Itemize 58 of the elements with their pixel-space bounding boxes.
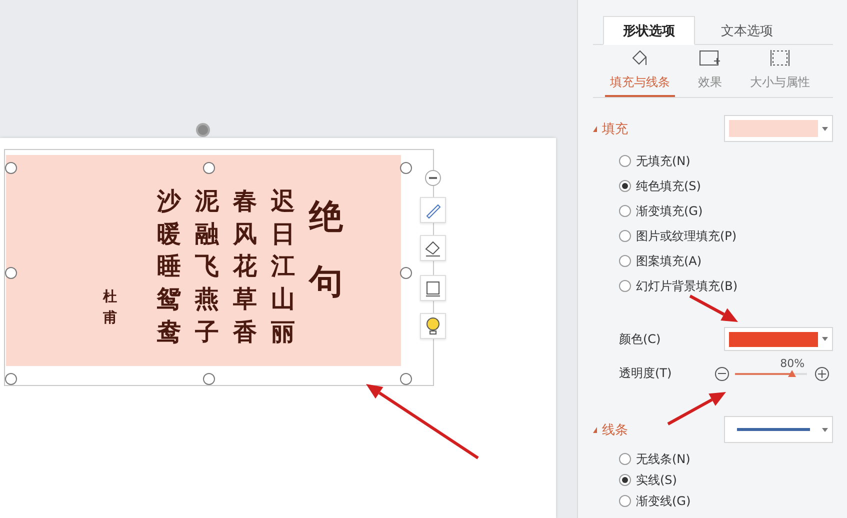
increase-button[interactable] [814, 366, 829, 380]
resize-handle[interactable] [5, 373, 17, 385]
option-label: 图案填充(A) [636, 252, 702, 270]
radio-button[interactable] [619, 155, 631, 167]
resize-handle[interactable] [400, 373, 412, 385]
radio-button[interactable] [619, 453, 631, 465]
option-label: 实线(S) [636, 472, 677, 488]
frame-button[interactable] [420, 275, 446, 301]
option-label: 无填充(N) [636, 152, 690, 170]
minus-icon [718, 373, 726, 374]
fill-color-dropdown[interactable] [724, 115, 833, 142]
color-label: 颜色(C) [619, 330, 661, 348]
tab[interactable]: 形状选项 [603, 16, 695, 45]
sparkle-frame-icon [699, 50, 721, 68]
plus-icon [818, 370, 826, 378]
eraser-shape-button[interactable] [420, 235, 446, 261]
option-label: 图片或纹理填充(P) [636, 228, 737, 244]
section-header[interactable]: 填充 [593, 120, 628, 138]
tab[interactable]: 文本选项 [701, 16, 793, 45]
poem-author: 杜甫 [103, 288, 117, 328]
decrease-button[interactable] [714, 366, 729, 380]
annotation-arrow [689, 294, 738, 322]
option-label: 渐变填充(G) [636, 202, 703, 220]
rotate-handle[interactable] [196, 123, 210, 137]
collapse-button[interactable] [425, 170, 441, 186]
dashed-frame-icon [770, 48, 790, 68]
section-header[interactable]: 线条 [593, 420, 628, 438]
option-label: 幻灯片背景填充(B) [636, 278, 738, 294]
option-label: 渐变线(G) [636, 492, 691, 510]
radio-button[interactable] [619, 280, 631, 292]
radio-button[interactable] [619, 495, 631, 507]
brush-button[interactable] [420, 197, 446, 223]
line-style-dropdown[interactable] [724, 416, 833, 443]
annotation-arrow [667, 392, 726, 426]
poem-line: 迟日江山丽 [271, 185, 295, 348]
resize-handle[interactable] [400, 162, 412, 174]
resize-handle[interactable] [203, 373, 215, 385]
lightbulb-button[interactable] [420, 313, 446, 339]
poem-line: 泥融飞燕子 [195, 185, 219, 348]
poem-line: 春风花草香 [233, 185, 257, 348]
radio-button[interactable] [619, 474, 631, 486]
radio-button[interactable] [619, 180, 631, 192]
radio-button[interactable] [619, 230, 631, 242]
minus-icon [429, 177, 437, 179]
radio-button[interactable] [619, 255, 631, 267]
subtab[interactable]: 大小与属性 [745, 45, 815, 97]
transparency-value: 80% [780, 356, 805, 370]
color-dropdown[interactable] [724, 327, 833, 351]
transparency-label: 透明度(T) [619, 365, 672, 382]
slider-thumb[interactable] [788, 370, 796, 376]
option-label: 无线条(N) [636, 450, 690, 468]
subtab[interactable]: 效果 [675, 45, 745, 97]
resize-handle[interactable] [400, 267, 412, 279]
poem-line: 沙暖睡鸳鸯 [157, 185, 181, 348]
option-label: 纯色填充(S) [636, 178, 701, 194]
radio-button[interactable] [619, 205, 631, 217]
poem-title: 绝句 [309, 196, 343, 304]
subtab[interactable]: 填充与线条 [605, 45, 675, 97]
